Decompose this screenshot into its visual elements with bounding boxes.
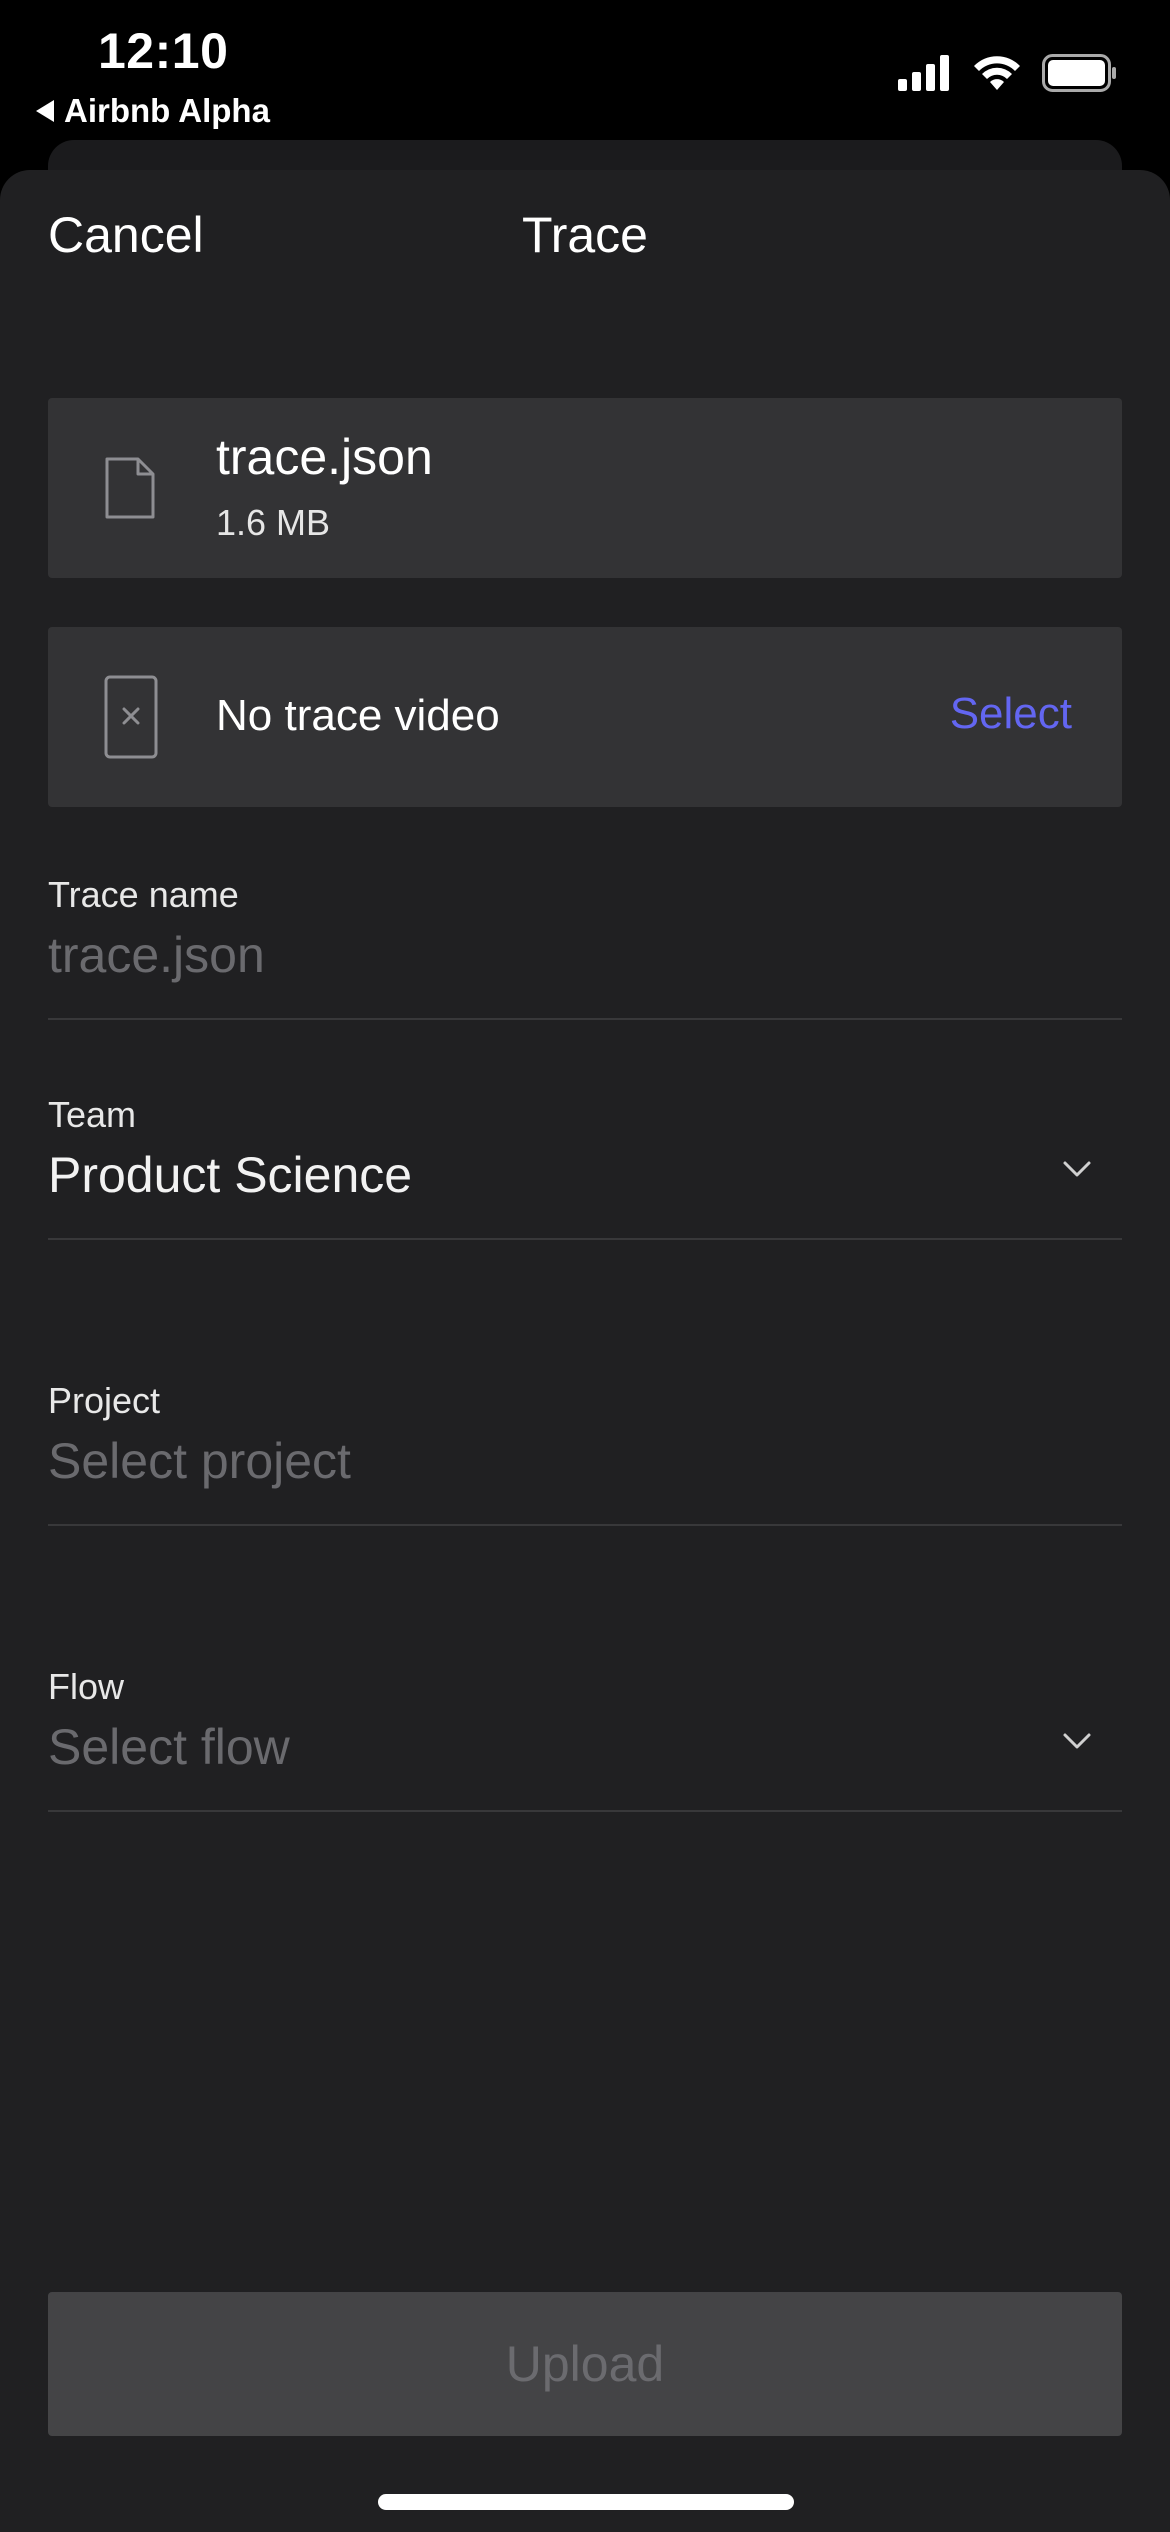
- trace-video-card: No trace video Select: [48, 627, 1122, 807]
- file-size: 1.6 MB: [216, 502, 331, 543]
- team-label: Team: [48, 1094, 137, 1135]
- upload-trace-sheet: Cancel Trace trace.json 1.6 MB No trace …: [0, 170, 1170, 2532]
- page-title: Trace: [522, 207, 648, 263]
- file-icon: [105, 457, 155, 519]
- signal-icon: [898, 55, 949, 91]
- screen: 12:10 Airbnb Alpha Cancel Trace trace.js…: [0, 0, 1170, 2532]
- chevron-down-icon: [1063, 1733, 1091, 1749]
- trace-name-label: Trace name: [48, 874, 239, 915]
- home-indicator[interactable]: [378, 2494, 794, 2510]
- status-icons: [898, 54, 1118, 92]
- wifi-icon: [974, 56, 1020, 90]
- upload-button[interactable]: Upload: [48, 2292, 1122, 2436]
- select-video-button[interactable]: Select: [950, 689, 1072, 739]
- back-app-label: Airbnb Alpha: [64, 92, 270, 129]
- flow-label: Flow: [48, 1666, 125, 1707]
- status-time: 12:10: [98, 23, 229, 79]
- no-video-label: No trace video: [216, 691, 500, 740]
- file-name: trace.json: [216, 429, 433, 485]
- project-label: Project: [48, 1380, 161, 1421]
- nav-bar: Cancel Trace: [0, 170, 1170, 305]
- project-select[interactable]: Project Select project: [48, 1376, 1122, 1526]
- flow-placeholder: Select flow: [48, 1719, 290, 1775]
- trace-name-input[interactable]: trace.json: [48, 926, 265, 984]
- team-value: Product Science: [48, 1147, 413, 1203]
- trace-name-field[interactable]: Trace name trace.json: [48, 870, 1122, 1020]
- project-placeholder: Select project: [48, 1433, 351, 1489]
- status-bar: 12:10 Airbnb Alpha: [0, 0, 1170, 140]
- back-triangle-icon: [36, 100, 54, 122]
- back-to-app-link[interactable]: Airbnb Alpha: [36, 92, 270, 130]
- team-select[interactable]: Team Product Science: [48, 1090, 1122, 1240]
- chevron-down-icon: [1063, 1161, 1091, 1177]
- no-video-icon: [104, 675, 158, 759]
- trace-file-card: trace.json 1.6 MB: [48, 398, 1122, 578]
- battery-icon: [1042, 54, 1116, 92]
- flow-select[interactable]: Flow Select flow: [48, 1662, 1122, 1812]
